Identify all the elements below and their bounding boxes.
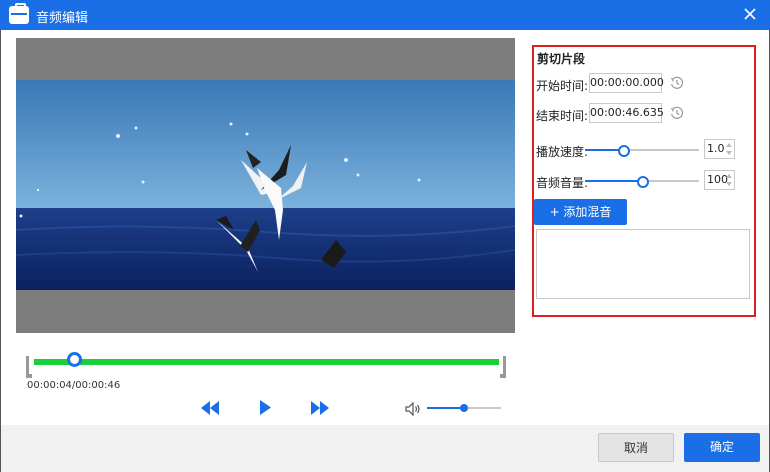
end-time-label: 结束时间: <box>536 109 589 123</box>
start-time-label: 开始时间: <box>536 79 589 93</box>
volume-spinner[interactable]: 100 <box>704 170 735 190</box>
speed-slider-fill <box>585 149 623 151</box>
spinner-arrows-icon[interactable] <box>726 173 733 187</box>
dialog-footer: 取消 确定 <box>0 425 770 472</box>
volume-slider-fill <box>427 407 464 409</box>
spinner-arrows-icon[interactable] <box>726 142 733 156</box>
window-title: 音频编辑 <box>36 11 89 26</box>
speed-label: 播放速度: <box>536 145 589 159</box>
start-clock-icon[interactable] <box>670 76 684 90</box>
end-clock-icon[interactable] <box>670 106 684 120</box>
video-frame <box>16 80 515 290</box>
volume-label: 音频音量: <box>536 176 589 190</box>
audio-volume-slider[interactable] <box>585 176 699 188</box>
start-time-input[interactable]: 00:00:00.000 <box>589 73 664 93</box>
speed-spinner[interactable]: 1.0 <box>704 139 735 159</box>
cancel-button[interactable]: 取消 <box>598 433 674 462</box>
timeline-track[interactable] <box>34 359 499 365</box>
window-border-left <box>0 30 1 472</box>
volume-icon[interactable] <box>405 402 421 416</box>
app-icon <box>9 3 29 24</box>
volume-value: 100 <box>707 173 728 186</box>
video-preview <box>16 38 515 333</box>
speed-slider-knob[interactable] <box>617 145 630 157</box>
end-time-input[interactable]: 00:00:46.635 <box>589 103 664 123</box>
close-icon[interactable] <box>742 6 758 22</box>
timeline[interactable] <box>26 352 506 378</box>
speed-value: 1.0 <box>707 142 725 155</box>
mix-list[interactable] <box>536 229 750 299</box>
trim-start-handle[interactable] <box>26 356 32 378</box>
title-bar: 音频编辑 <box>0 0 770 30</box>
trim-end-handle[interactable] <box>500 356 506 378</box>
video-image <box>16 80 515 290</box>
time-readout: 00:00:04/00:00:46 <box>27 380 121 391</box>
audio-volume-slider-fill <box>585 180 642 182</box>
speed-slider[interactable] <box>585 145 699 157</box>
volume-slider[interactable] <box>427 404 501 412</box>
audio-volume-slider-knob[interactable] <box>637 176 649 188</box>
play-icon[interactable] <box>259 400 271 415</box>
clip-panel: 剪切片段 开始时间: 00:00:00.000 结束时间: 00:00:46.6… <box>532 45 756 317</box>
fast-forward-icon[interactable] <box>311 401 329 415</box>
add-mix-button[interactable]: + 添加混音 <box>534 199 627 225</box>
ok-button[interactable]: 确定 <box>684 433 760 462</box>
volume-slider-knob[interactable] <box>460 404 468 412</box>
panel-title: 剪切片段 <box>537 52 586 66</box>
rewind-icon[interactable] <box>201 401 219 415</box>
